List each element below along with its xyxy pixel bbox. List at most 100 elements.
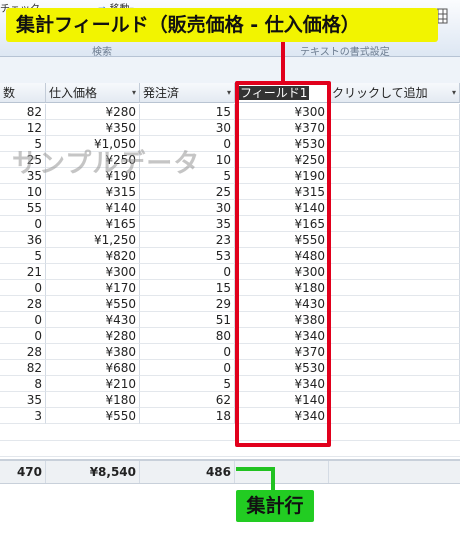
cell-ordered[interactable]: 0 [140, 344, 235, 360]
cell-add[interactable] [329, 328, 460, 344]
callout-title: 集計フィールド（販売価格 - 仕入価格） [6, 8, 438, 42]
dropdown-arrow-icon[interactable]: ▾ [132, 83, 136, 102]
cell-qty[interactable]: 28 [0, 296, 46, 312]
cell-cost[interactable]: ¥170 [46, 280, 140, 296]
cell-cost[interactable]: ¥350 [46, 120, 140, 136]
callout-connector-green [236, 467, 274, 471]
cell-ordered[interactable]: 5 [140, 376, 235, 392]
cell-qty[interactable]: 8 [0, 376, 46, 392]
cell-qty[interactable]: 0 [0, 280, 46, 296]
cell-ordered[interactable]: 0 [140, 360, 235, 376]
callout-highlight-box [235, 81, 331, 447]
total-row: 470 ¥8,540 486 [0, 459, 460, 484]
watermark: サンプルデータ [12, 149, 201, 179]
cell-ordered[interactable]: 53 [140, 248, 235, 264]
cell-add[interactable] [329, 312, 460, 328]
cell-ordered[interactable]: 30 [140, 200, 235, 216]
column-header-add[interactable]: クリックして追加 ▾ [329, 83, 460, 103]
cell-cost[interactable]: ¥680 [46, 360, 140, 376]
cell-qty[interactable]: 10 [0, 184, 46, 200]
cell-qty[interactable]: 36 [0, 232, 46, 248]
group-search-label: 検索 [92, 47, 112, 58]
cell-add[interactable] [329, 392, 460, 408]
ribbon-gap [0, 57, 460, 83]
cell-add[interactable] [329, 360, 460, 376]
callout-connector-green [271, 467, 275, 491]
column-header-cost[interactable]: 仕入価格 ▾ [46, 83, 140, 103]
cell-ordered[interactable]: 0 [140, 264, 235, 280]
total-ordered[interactable]: 486 [140, 461, 235, 483]
cell-qty[interactable]: 0 [0, 216, 46, 232]
cell-qty[interactable]: 35 [0, 392, 46, 408]
cell-cost[interactable]: ¥140 [46, 200, 140, 216]
cell-add[interactable] [329, 184, 460, 200]
cell-qty[interactable]: 82 [0, 104, 46, 120]
cell-add[interactable] [329, 248, 460, 264]
cell-add[interactable] [329, 216, 460, 232]
cell-add[interactable] [329, 408, 460, 424]
blank-row[interactable] [0, 424, 460, 441]
column-header-ordered[interactable]: 発注済 ▾ [140, 83, 235, 103]
column-header-label: 仕入価格 [49, 86, 98, 100]
cell-qty[interactable]: 3 [0, 408, 46, 424]
cell-cost[interactable]: ¥550 [46, 408, 140, 424]
blank-row[interactable] [0, 440, 460, 457]
cell-cost[interactable]: ¥210 [46, 376, 140, 392]
cell-ordered[interactable]: 35 [140, 216, 235, 232]
cell-add[interactable] [329, 296, 460, 312]
cell-cost[interactable]: ¥820 [46, 248, 140, 264]
cell-add[interactable] [329, 200, 460, 216]
cell-ordered[interactable]: 29 [140, 296, 235, 312]
cell-cost[interactable]: ¥280 [46, 328, 140, 344]
cell-cost[interactable]: ¥165 [46, 216, 140, 232]
cell-qty[interactable]: 5 [0, 248, 46, 264]
cell-cost[interactable]: ¥315 [46, 184, 140, 200]
column-header-label: 数 [3, 86, 16, 100]
cell-ordered[interactable]: 80 [140, 328, 235, 344]
total-add [329, 461, 460, 483]
cell-qty[interactable]: 55 [0, 200, 46, 216]
cell-ordered[interactable]: 51 [140, 312, 235, 328]
cell-add[interactable] [329, 232, 460, 248]
cell-add[interactable] [329, 280, 460, 296]
cell-qty[interactable]: 28 [0, 344, 46, 360]
cell-ordered[interactable]: 30 [140, 120, 235, 136]
cell-cost[interactable]: ¥280 [46, 104, 140, 120]
cell-ordered[interactable]: 15 [140, 104, 235, 120]
cell-add[interactable] [329, 376, 460, 392]
dropdown-arrow-icon[interactable]: ▾ [452, 83, 456, 102]
cell-add[interactable] [329, 120, 460, 136]
cell-cost[interactable]: ¥1,250 [46, 232, 140, 248]
cell-add[interactable] [329, 168, 460, 184]
cell-qty[interactable]: 82 [0, 360, 46, 376]
cell-ordered[interactable]: 23 [140, 232, 235, 248]
column-header-label: 発注済 [143, 86, 180, 100]
cell-cost[interactable]: ¥550 [46, 296, 140, 312]
cell-cost[interactable]: ¥380 [46, 344, 140, 360]
cell-cost[interactable]: ¥430 [46, 312, 140, 328]
cell-add[interactable] [329, 344, 460, 360]
cell-ordered[interactable]: 62 [140, 392, 235, 408]
cell-add[interactable] [329, 136, 460, 152]
cell-qty[interactable]: 12 [0, 120, 46, 136]
cell-qty[interactable]: 21 [0, 264, 46, 280]
callout-total-row: 集計行 [236, 490, 314, 522]
cell-ordered[interactable]: 15 [140, 280, 235, 296]
total-cost[interactable]: ¥8,540 [46, 461, 140, 483]
cell-qty[interactable]: 0 [0, 328, 46, 344]
callout-connector-red [281, 42, 285, 81]
cell-cost[interactable]: ¥180 [46, 392, 140, 408]
dropdown-arrow-icon[interactable]: ▾ [227, 83, 231, 102]
cell-ordered[interactable]: 25 [140, 184, 235, 200]
cell-add[interactable] [329, 264, 460, 280]
total-field1[interactable] [235, 461, 329, 483]
total-qty[interactable]: 470 [0, 461, 46, 483]
cell-ordered[interactable]: 18 [140, 408, 235, 424]
column-header-label: クリックして追加 [332, 86, 428, 100]
cell-qty[interactable]: 0 [0, 312, 46, 328]
group-text-format-label: テキストの書式設定 [300, 47, 390, 58]
cell-add[interactable] [329, 104, 460, 120]
cell-cost[interactable]: ¥300 [46, 264, 140, 280]
cell-add[interactable] [329, 152, 460, 168]
column-header-qty[interactable]: 数 [0, 83, 46, 103]
